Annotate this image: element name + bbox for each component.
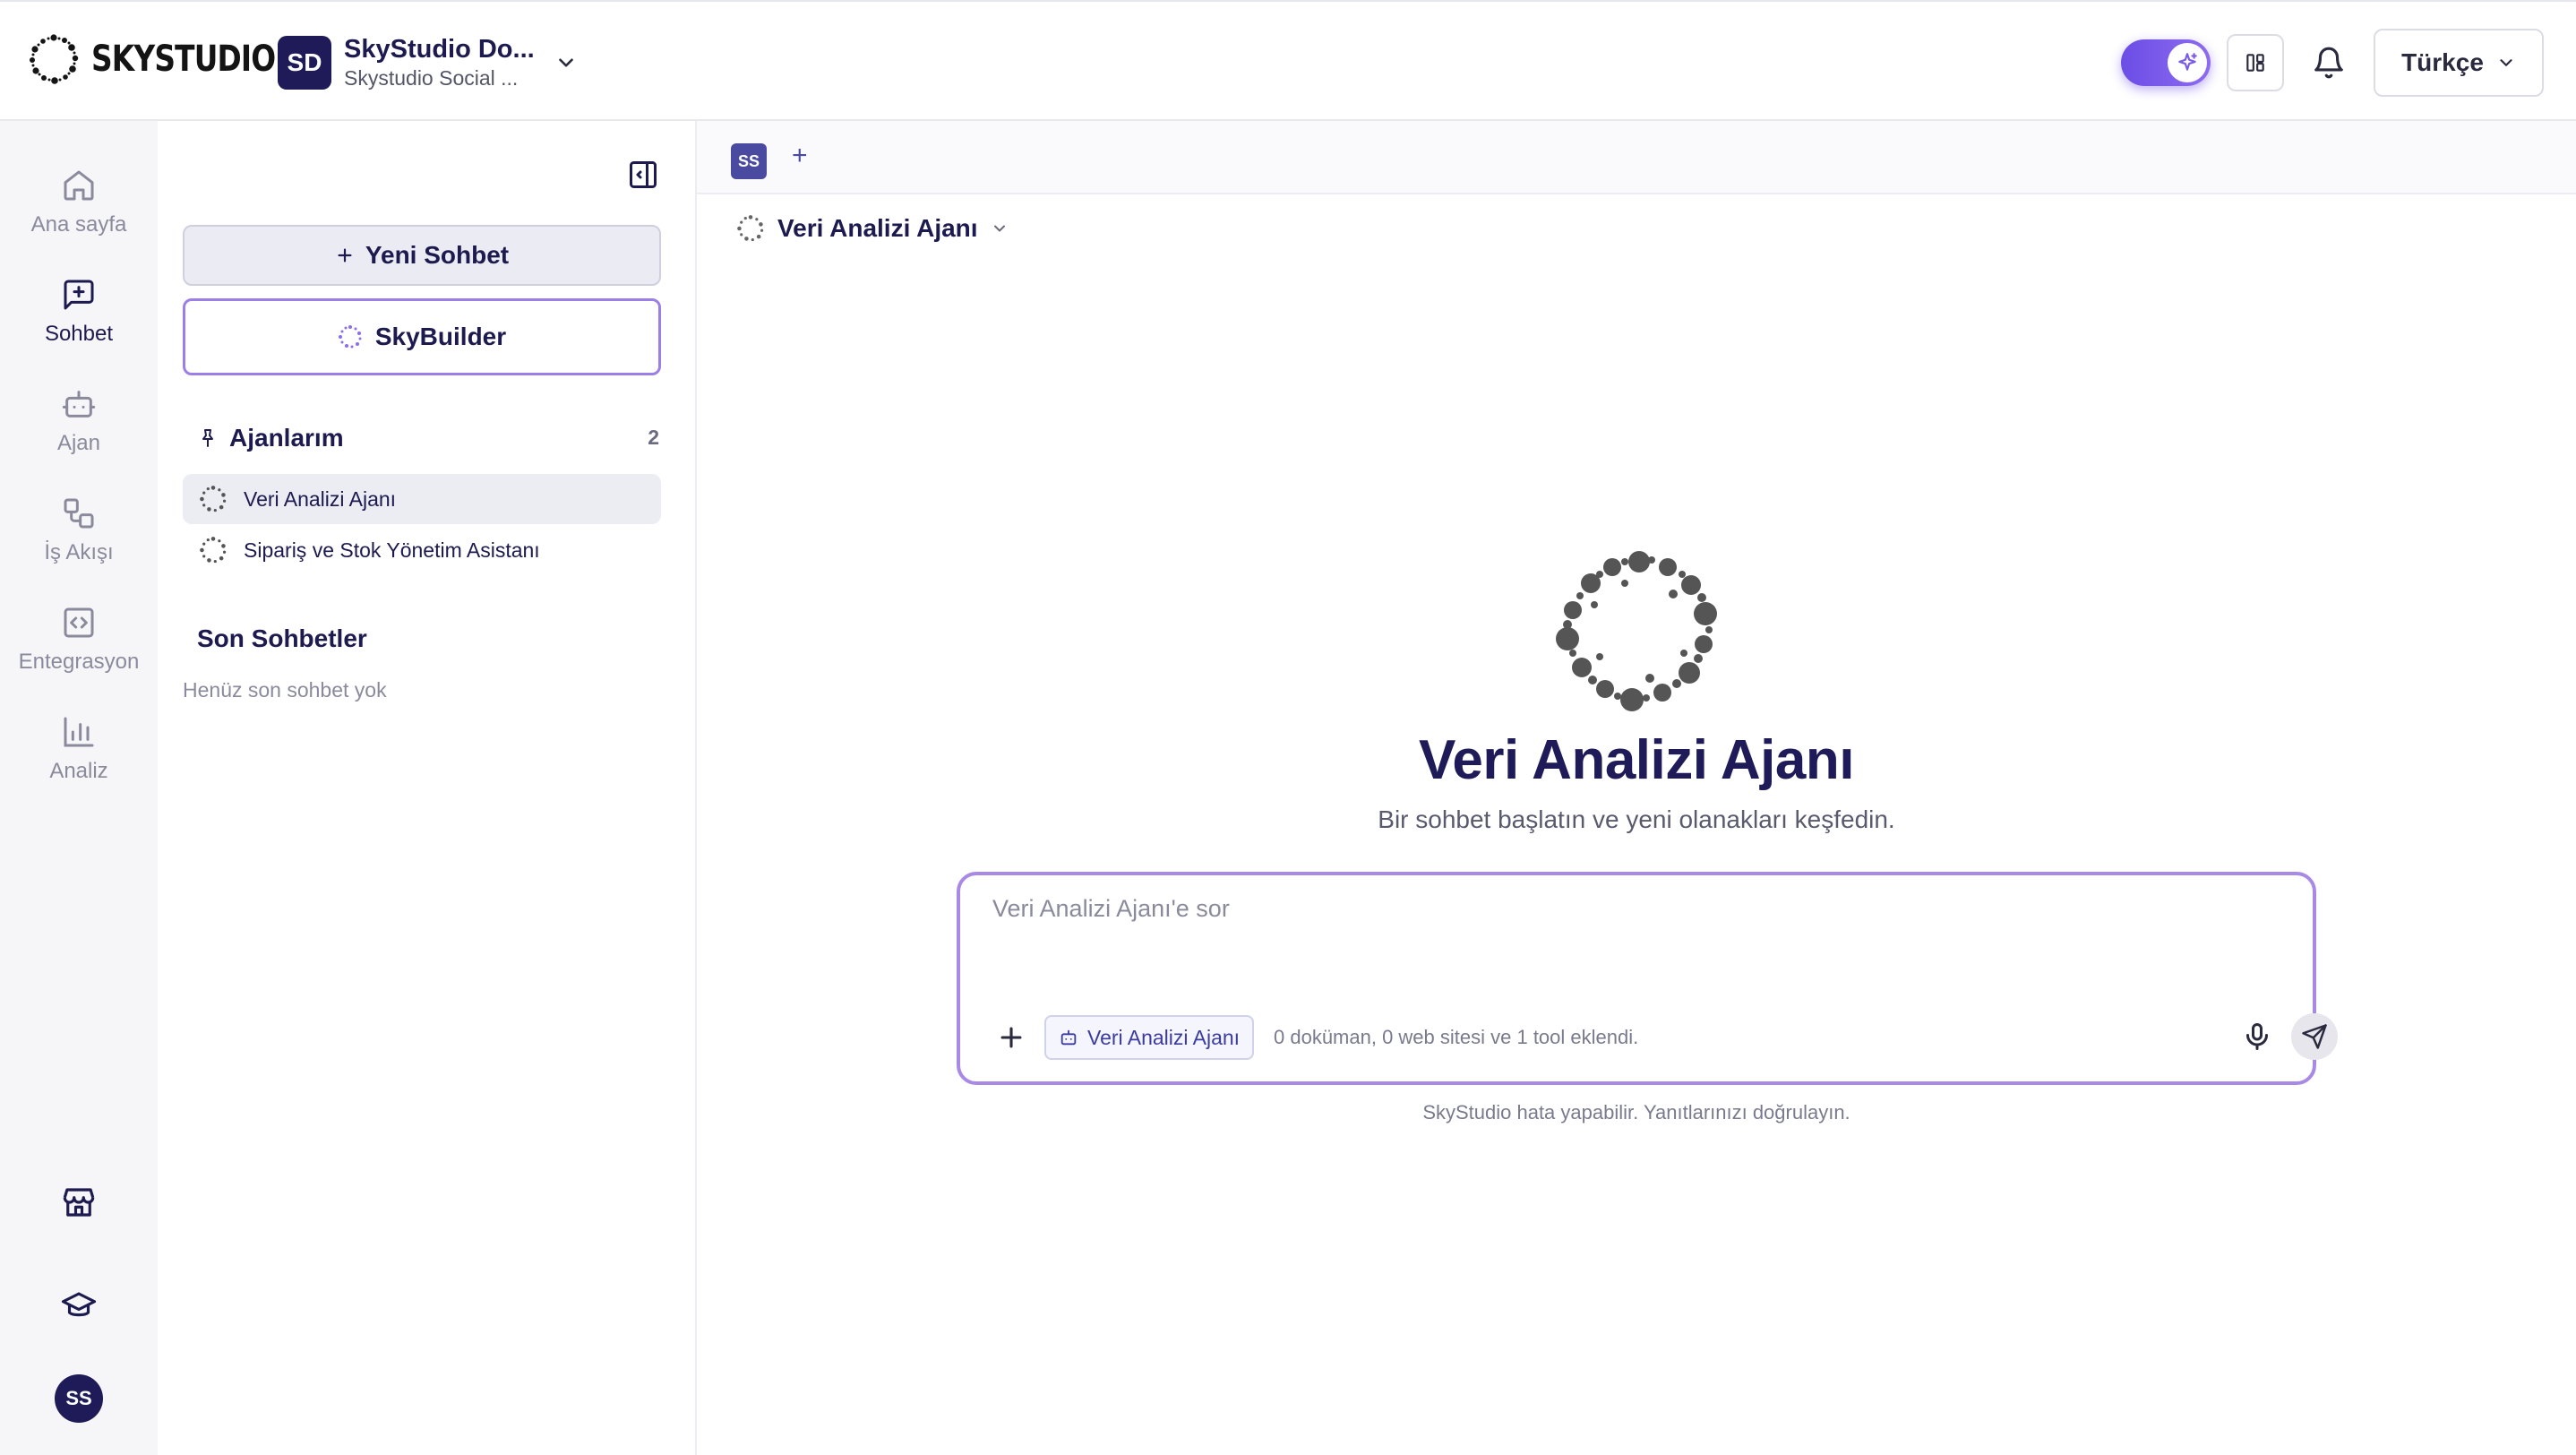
top-header: SKYSTUDIO SD SkyStudio Do... Skystudio S… — [0, 0, 2576, 121]
agent-logo-icon — [737, 215, 764, 242]
agent-name: Sipariş ve Stok Yönetim Asistanı — [244, 538, 540, 562]
language-label: Türkçe — [2401, 48, 2484, 76]
marketplace-button[interactable] — [0, 1184, 158, 1221]
tab-chat[interactable]: SS — [731, 143, 767, 179]
agents-title: Ajanlarım — [229, 424, 344, 452]
rail-item-workflow[interactable]: İş Akışı — [0, 495, 158, 565]
agent-chip-label: Veri Analizi Ajanı — [1087, 1025, 1241, 1049]
workspace-switcher[interactable]: SD SkyStudio Do... Skystudio Social ... — [278, 34, 578, 91]
pin-icon — [202, 429, 213, 447]
layout-icon — [2246, 54, 2264, 72]
recent-title: Son Sohbetler — [197, 624, 367, 652]
store-icon — [63, 1188, 95, 1217]
layout-toggle-button[interactable] — [2227, 34, 2284, 91]
workflow-icon — [64, 498, 94, 529]
sparkle-icon — [2178, 53, 2197, 71]
plus-icon — [338, 248, 352, 263]
rail-item-home[interactable]: Ana sayfa — [0, 168, 158, 237]
rail-label: Sohbet — [44, 322, 114, 346]
chat-tab-bar: SS + — [697, 121, 2576, 194]
hero-title: Veri Analizi Ajanı — [1418, 729, 1855, 791]
agents-section-header: Ajanlarım — [197, 424, 344, 452]
rail-label: Ana sayfa — [30, 212, 127, 237]
chevron-down-icon[interactable] — [554, 51, 578, 74]
send-icon — [2302, 1024, 2327, 1049]
agent-chip[interactable]: Veri Analizi Ajanı — [1044, 1015, 1255, 1060]
agent-logo-icon — [200, 537, 227, 564]
user-menu[interactable]: SS — [0, 1374, 158, 1423]
chart-icon — [64, 717, 94, 747]
rail-item-analytics[interactable]: Analiz — [0, 714, 158, 784]
home-icon — [64, 170, 94, 201]
chat-main: SS + Veri Analizi Ajanı Veri Analizi Aja… — [697, 121, 2576, 1455]
logo-text: SKYSTUDIO — [91, 39, 276, 80]
agent-logo-icon — [200, 486, 227, 512]
sidebar-collapse-icon[interactable] — [627, 159, 659, 191]
message-input[interactable] — [992, 895, 2246, 923]
bot-icon — [62, 391, 96, 418]
academy-button[interactable] — [0, 1287, 158, 1325]
microphone-icon[interactable] — [2241, 1020, 2273, 1053]
rail-label: Entegrasyon — [18, 650, 140, 674]
workspace-avatar: SD — [278, 36, 331, 90]
agent-selector-label: Veri Analizi Ajanı — [777, 214, 978, 242]
rail-label: Ajan — [56, 431, 101, 455]
recent-section-header: Son Sohbetler — [197, 624, 367, 653]
agent-item-veri-analizi[interactable]: Veri Analizi Ajanı — [183, 474, 661, 524]
add-attachment-icon[interactable] — [996, 1022, 1026, 1053]
agent-selector[interactable]: Veri Analizi Ajanı — [736, 214, 1009, 243]
agents-count: 2 — [648, 426, 659, 449]
graduation-cap-icon — [61, 1292, 97, 1317]
code-icon — [64, 607, 94, 638]
skybuilder-logo-icon — [338, 325, 362, 349]
notifications-button[interactable] — [2309, 43, 2348, 82]
workspace-subtitle: Skystudio Social ... — [344, 66, 519, 90]
rail-item-integration[interactable]: Entegrasyon — [0, 605, 158, 675]
chevron-down-icon — [993, 225, 1005, 232]
user-avatar: SS — [55, 1374, 103, 1423]
new-chat-label: Yeni Sohbet — [365, 241, 510, 269]
language-select[interactable]: Türkçe — [2374, 29, 2544, 97]
rail-label: İş Akışı — [44, 540, 114, 564]
nav-rail: Ana sayfa Sohbet Ajan İş Akışı Entegrasy… — [0, 121, 158, 1455]
add-tab-button[interactable]: + — [792, 141, 808, 171]
chevron-down-icon — [2500, 59, 2512, 66]
recent-empty-message: Henüz son sohbet yok — [183, 678, 387, 702]
skybuilder-label: SkyBuilder — [374, 323, 507, 350]
send-button[interactable] — [2291, 1013, 2338, 1060]
agent-name: Veri Analizi Ajanı — [244, 486, 397, 511]
message-composer: Veri Analizi Ajanı 0 doküman, 0 web site… — [957, 872, 2338, 1085]
new-chat-button[interactable]: Yeni Sohbet — [183, 225, 661, 286]
bot-icon — [1060, 1029, 1077, 1046]
header-actions: Türkçe — [2121, 29, 2544, 97]
skybuilder-button[interactable]: SkyBuilder — [183, 298, 661, 375]
skystudio-logo-icon — [30, 34, 79, 84]
toggle-knob — [2168, 43, 2207, 82]
rail-item-agent[interactable]: Ajan — [0, 386, 158, 456]
agent-item-siparis-stok[interactable]: Sipariş ve Stok Yönetim Asistanı — [183, 525, 661, 575]
chat-sidebar: Yeni Sohbet SkyBuilder Ajanlarım 2 Veri … — [158, 121, 697, 1455]
workspace-info: SkyStudio Do... Skystudio Social ... — [344, 34, 535, 91]
workspace-name: SkyStudio Do... — [344, 35, 535, 64]
app-logo[interactable]: SKYSTUDIO — [29, 34, 315, 84]
hero-subtitle: Bir sohbet başlatın ve yeni olanakları k… — [1378, 805, 1895, 833]
disclaimer-text: SkyStudio hata yapabilir. Yanıtlarınızı … — [1422, 1101, 1850, 1124]
chat-plus-icon — [64, 280, 94, 310]
agent-hero-logo-icon — [1556, 551, 1717, 711]
bell-icon — [2314, 47, 2343, 79]
rail-label: Analiz — [49, 759, 108, 783]
ai-mode-toggle[interactable] — [2121, 39, 2211, 86]
rail-item-chat[interactable]: Sohbet — [0, 277, 158, 347]
attachment-summary: 0 doküman, 0 web sitesi ve 1 tool eklend… — [1274, 1026, 1639, 1048]
